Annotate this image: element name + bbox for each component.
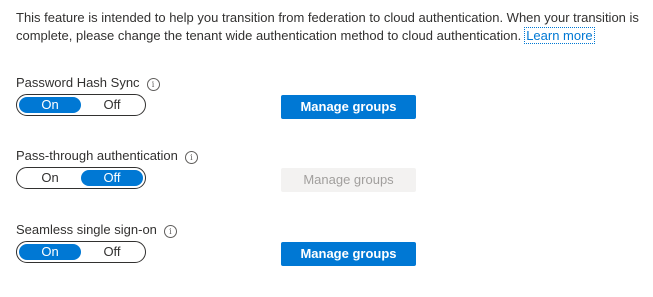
seamless-sso-toggle: On Off [16, 241, 146, 263]
password-hash-sync-toggle: On Off [16, 94, 146, 116]
password-hash-sync-section: Password Hash Sync i On Off Manage groups [16, 75, 436, 125]
password-hash-sync-off-option[interactable]: Off [81, 97, 143, 113]
pass-through-auth-manage-groups-button: Manage groups [281, 168, 416, 192]
intro-paragraph: This feature is intended to help you tra… [16, 9, 646, 45]
info-icon[interactable]: i [146, 78, 160, 91]
learn-more-link[interactable]: Learn more [524, 27, 595, 44]
info-icon[interactable]: i [163, 225, 177, 238]
password-hash-sync-label: Password Hash Sync i [16, 75, 160, 91]
seamless-sso-on-option[interactable]: On [19, 244, 81, 260]
seamless-sso-label: Seamless single sign-on i [16, 222, 177, 238]
seamless-sso-manage-groups-button[interactable]: Manage groups [281, 242, 416, 266]
pass-through-auth-toggle: On Off [16, 167, 146, 189]
seamless-sso-section: Seamless single sign-on i On Off Manage g… [16, 222, 436, 272]
info-icon[interactable]: i [184, 151, 198, 164]
pass-through-auth-on-option[interactable]: On [19, 170, 81, 186]
staged-rollout-panel: This feature is intended to help you tra… [0, 0, 653, 297]
seamless-sso-off-option[interactable]: Off [81, 244, 143, 260]
pass-through-auth-section: Pass-through authentication i On Off Mana… [16, 148, 436, 198]
password-hash-sync-manage-groups-button[interactable]: Manage groups [281, 95, 416, 119]
pass-through-auth-label: Pass-through authentication i [16, 148, 198, 164]
pass-through-auth-off-option[interactable]: Off [81, 170, 143, 186]
password-hash-sync-on-option[interactable]: On [19, 97, 81, 113]
